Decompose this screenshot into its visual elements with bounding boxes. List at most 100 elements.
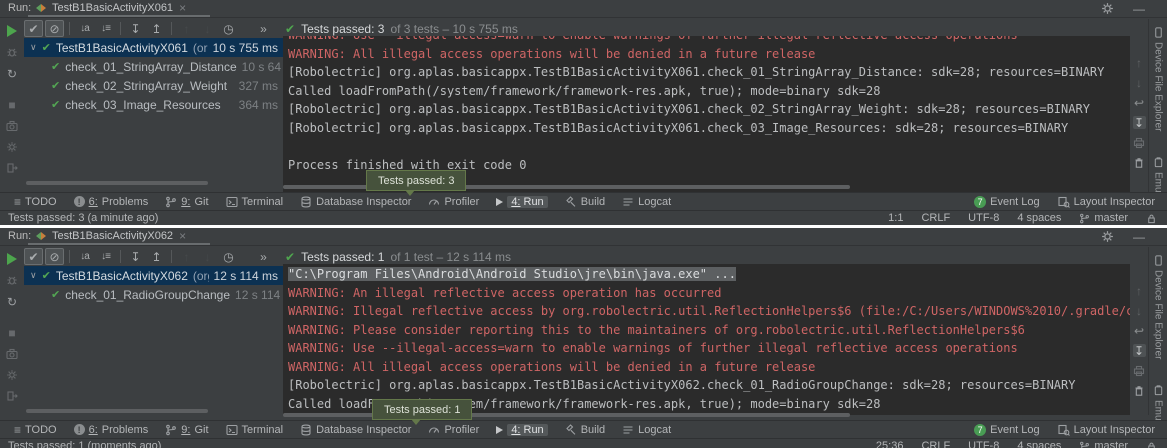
file-encoding[interactable]: UTF-8 [968,440,999,448]
lock-icon[interactable] [1146,213,1157,224]
show-passed-icon[interactable]: ✔ [24,20,43,37]
indent-setting[interactable]: 4 spaces [1017,440,1061,448]
scroll-to-end-icon[interactable]: ↧ [1133,116,1146,129]
show-ignored-icon[interactable]: ⊘ [45,248,64,265]
toolbar-git[interactable]: 9: Git [165,196,208,208]
toolbar-run[interactable]: 4: Run [496,424,547,436]
lock-icon[interactable] [1146,441,1157,448]
git-branch-widget[interactable]: master [1079,440,1128,448]
caret-position[interactable]: 25:36 [876,440,904,448]
chevron-down-icon[interactable]: ∨ [30,42,37,53]
toolbar-profiler[interactable]: Profiler [428,196,479,208]
import-test-results-icon[interactable] [6,162,19,174]
import-test-results-icon[interactable] [6,390,19,402]
minimize-icon[interactable]: — [1131,1,1147,16]
down-arrow-icon[interactable]: ↓ [1133,304,1146,317]
sort-by-duration-icon[interactable]: ↓≡ [96,20,115,37]
indent-setting[interactable]: 4 spaces [1017,212,1061,224]
next-occurrence-icon[interactable]: ↓ [198,20,217,37]
up-arrow-icon[interactable]: ↑ [1133,284,1146,297]
expand-all-icon[interactable]: ↧ [126,20,145,37]
down-arrow-icon[interactable]: ↓ [1133,76,1146,89]
toolbar-terminal[interactable]: Terminal [226,424,284,436]
soft-wrap-icon[interactable]: ↩ [1133,96,1146,109]
tool-window-device-file-explorer[interactable]: Device File Explorer [1153,255,1164,359]
toolbar-database-inspector[interactable]: Database Inspector [300,196,411,208]
test-tree-root-row[interactable]: ∨ ✔ TestB1BasicActivityX062 (org.aplas.b… [24,266,283,285]
next-occurrence-icon[interactable]: ↓ [198,248,217,265]
layout-inspector-button[interactable]: Layout Inspector [1058,196,1155,208]
caret-position[interactable]: 1:1 [888,212,903,224]
more-icon[interactable]: » [254,248,273,265]
gear-icon[interactable] [1099,1,1115,16]
clear-console-icon[interactable] [1133,156,1146,169]
rerun-icon[interactable]: ↻ [6,67,19,80]
layout-inspector-button[interactable]: Layout Inspector [1058,424,1155,436]
test-tree-root-row[interactable]: ∨ ✔ TestB1BasicActivityX061 (org.aplas.b… [24,38,283,57]
close-icon[interactable]: × [179,229,186,243]
test-tree-row[interactable]: ✔ check_03_Image_Resources 364 ms [24,95,283,114]
stop-icon[interactable]: ■ [6,326,19,339]
gear-icon[interactable] [1099,229,1115,244]
test-history-icon[interactable]: ◷ [219,20,238,37]
line-ending[interactable]: CRLF [921,212,950,224]
toolbar-database-inspector[interactable]: Database Inspector [300,424,411,436]
toolbar-terminal[interactable]: Terminal [226,196,284,208]
tree-horizontal-scrollbar[interactable] [26,181,208,185]
tool-window-device-file-explorer[interactable]: Device File Explorer [1153,27,1164,131]
collapse-all-icon[interactable]: ↥ [147,20,166,37]
scroll-to-end-icon[interactable]: ↧ [1133,344,1146,357]
previous-occurrence-icon[interactable]: ↑ [177,248,196,265]
close-icon[interactable]: × [179,1,186,15]
event-log-button[interactable]: 7 Event Log [974,424,1040,436]
console-horizontal-scrollbar[interactable] [283,413,850,417]
soft-wrap-icon[interactable]: ↩ [1133,324,1146,337]
toolbar-build[interactable]: Build [565,424,605,436]
screenshot-icon[interactable] [6,120,19,132]
toolbar-logcat[interactable]: Logcat [622,424,671,436]
previous-occurrence-icon[interactable]: ↑ [177,20,196,37]
toolbar-todo[interactable]: ≡ TODO [14,195,57,209]
debug-icon[interactable] [6,274,19,286]
run-console[interactable]: WARNING: Use --illegal-access=warn to en… [283,36,1130,192]
sort-alphabetically-icon[interactable]: ↓a [75,20,94,37]
more-icon[interactable]: » [254,20,273,37]
toolbar-profiler[interactable]: Profiler [428,424,479,436]
toolbar-problems[interactable]: ! 6: Problems [74,424,149,436]
test-tree-row[interactable]: ✔ check_01_StringArray_Distance 10 s 64 … [24,57,283,76]
toolbar-problems[interactable]: ! 6: Problems [74,196,149,208]
up-arrow-icon[interactable]: ↑ [1133,56,1146,69]
rerun-tests-button[interactable] [7,25,17,37]
toolbar-build[interactable]: Build [565,196,605,208]
tab-test-x061[interactable]: TestB1BasicActivityX061 × [30,0,192,16]
toolbar-logcat[interactable]: Logcat [622,196,671,208]
stop-icon[interactable]: ■ [6,98,19,111]
show-passed-icon[interactable]: ✔ [24,248,43,265]
show-ignored-icon[interactable]: ⊘ [45,20,64,37]
tree-horizontal-scrollbar[interactable] [26,409,208,413]
tab-test-x062[interactable]: TestB1BasicActivityX062 × [30,228,192,244]
sort-alphabetically-icon[interactable]: ↓a [75,248,94,265]
debug-icon[interactable] [6,46,19,58]
expand-all-icon[interactable]: ↧ [126,248,145,265]
print-icon[interactable] [1133,136,1146,149]
test-settings-icon[interactable] [6,141,19,153]
collapse-all-icon[interactable]: ↥ [147,248,166,265]
test-settings-icon[interactable] [6,369,19,381]
toolbar-run[interactable]: 4: Run [496,196,547,208]
line-ending[interactable]: CRLF [921,440,950,448]
file-encoding[interactable]: UTF-8 [968,212,999,224]
rerun-icon[interactable]: ↻ [6,295,19,308]
test-tree-row[interactable]: ✔ check_02_StringArray_Weight 327 ms [24,76,283,95]
toolbar-git[interactable]: 9: Git [165,424,208,436]
chevron-down-icon[interactable]: ∨ [30,270,37,281]
sort-by-duration-icon[interactable]: ↓≡ [96,248,115,265]
git-branch-widget[interactable]: master [1079,212,1128,224]
minimize-icon[interactable]: — [1131,229,1147,244]
test-history-icon[interactable]: ◷ [219,248,238,265]
screenshot-icon[interactable] [6,348,19,360]
event-log-button[interactable]: 7 Event Log [974,196,1040,208]
print-icon[interactable] [1133,364,1146,377]
toolbar-todo[interactable]: ≡ TODO [14,423,57,437]
clear-console-icon[interactable] [1133,384,1146,397]
